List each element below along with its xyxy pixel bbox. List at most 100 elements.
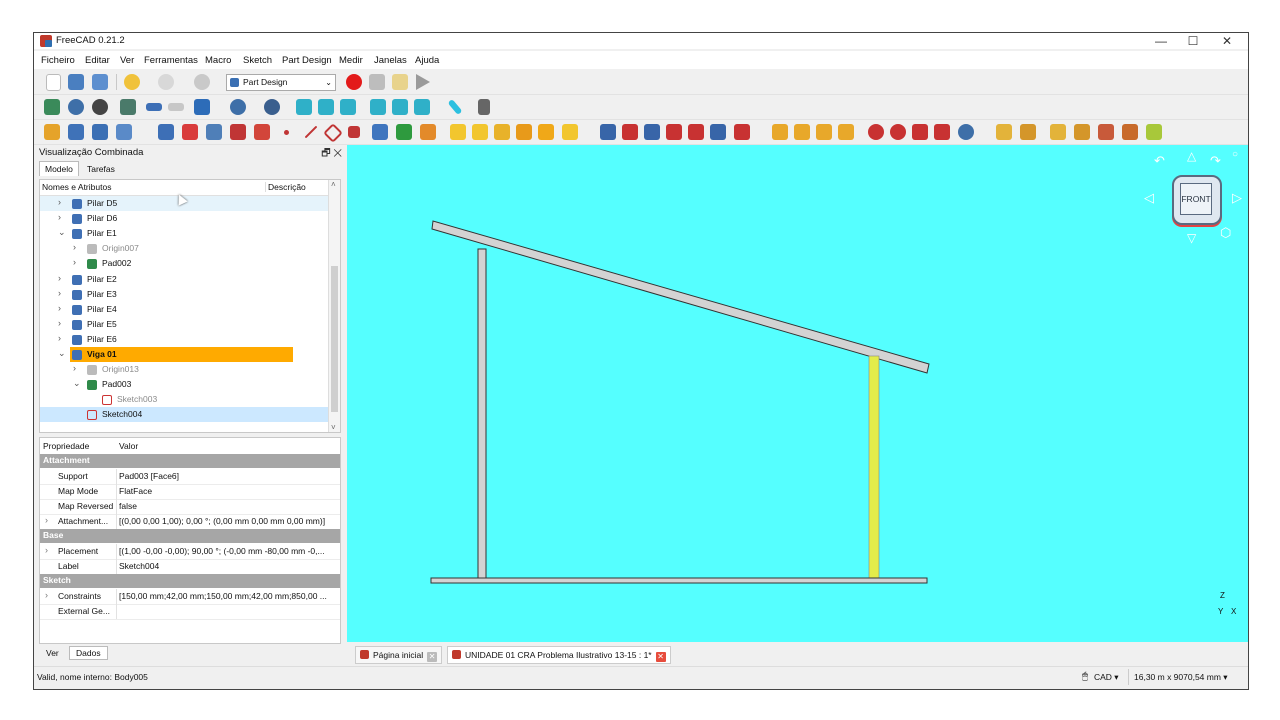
property-value[interactable]: [(0,00 0,00 1,00); 0,00 °; (0,00 mm 0,00…: [119, 516, 325, 526]
menu-sketch[interactable]: Sketch: [243, 55, 272, 66]
tree-item[interactable]: › Pilar E5: [40, 317, 328, 332]
navcube-rotate-up-icon[interactable]: △: [1187, 149, 1196, 163]
shape-binder-icon[interactable]: [372, 124, 388, 140]
navcube-rotate-left-icon[interactable]: ◁: [1144, 190, 1154, 206]
scroll-down-icon[interactable]: ˅: [331, 423, 336, 432]
edit-macro-icon[interactable]: [392, 74, 408, 90]
minimize-button[interactable]: —: [1144, 33, 1178, 49]
collapsed-chevron-icon[interactable]: ›: [58, 212, 61, 222]
property-row[interactable]: Map Mode FlatFace: [40, 483, 340, 500]
navcube-view-menu-icon[interactable]: ○: [1232, 149, 1238, 160]
tab-modelo[interactable]: Modelo: [39, 161, 79, 176]
new-file-icon[interactable]: [46, 74, 61, 91]
zoom-icon[interactable]: [230, 99, 246, 115]
stop-macro-icon[interactable]: [369, 74, 385, 90]
section-view-icon[interactable]: [1020, 124, 1036, 140]
collapsed-chevron-icon[interactable]: ›: [73, 257, 76, 267]
tab-dados[interactable]: Dados: [69, 646, 108, 660]
collapsed-chevron-icon[interactable]: ›: [45, 545, 48, 555]
tree-item[interactable]: Sketch003: [40, 392, 328, 407]
property-row[interactable]: Support Pad003 [Face6]: [40, 468, 340, 485]
thickness-icon[interactable]: [934, 124, 950, 140]
multitransform-icon[interactable]: [838, 124, 854, 140]
front-view-icon[interactable]: [296, 99, 312, 115]
validate-sketch-icon[interactable]: [230, 124, 246, 140]
3d-viewport[interactable]: FRONT △ ▽ ◁ ▷ ↶ ↷ ○ ⬡ Z Y X: [347, 145, 1248, 642]
property-row[interactable]: Map Reversed false: [40, 498, 340, 515]
navcube-rotate-right-icon[interactable]: ▷: [1232, 190, 1242, 206]
link-icon[interactable]: [116, 124, 132, 140]
maximize-button[interactable]: ☐: [1176, 33, 1210, 49]
navcube-isometric-icon[interactable]: ⬡: [1220, 225, 1231, 241]
linear-pattern-icon[interactable]: [794, 124, 810, 140]
selected-column[interactable]: [868, 355, 880, 579]
pad-icon[interactable]: [450, 124, 466, 140]
top-view-icon[interactable]: [318, 99, 334, 115]
property-group[interactable]: Attachment: [40, 454, 340, 468]
subshape-binder-icon[interactable]: [396, 124, 412, 140]
menu-ver[interactable]: Ver: [120, 55, 134, 66]
save-file-icon[interactable]: [92, 74, 108, 90]
rear-view-icon[interactable]: [370, 99, 386, 115]
boolean-icon[interactable]: [958, 124, 974, 140]
menu-ficheiro[interactable]: Ficheiro: [41, 55, 75, 66]
check-geometry-icon[interactable]: [254, 124, 270, 140]
chamfer-icon[interactable]: [890, 124, 906, 140]
tree-item[interactable]: › Pilar E6: [40, 332, 328, 347]
property-row[interactable]: › Constraints [150,00 mm;42,00 mm;150,00 m…: [40, 588, 340, 605]
close-button[interactable]: ✕: [1210, 33, 1244, 49]
draft-icon[interactable]: [912, 124, 928, 140]
inclined-beam[interactable]: [431, 220, 930, 374]
property-value[interactable]: FlatFace: [119, 486, 152, 496]
collapsed-chevron-icon[interactable]: ›: [58, 318, 61, 328]
workbench-select[interactable]: Part Design ⌄: [226, 74, 336, 91]
close-tab-icon[interactable]: ✕: [427, 652, 438, 662]
subtractive-helix-icon[interactable]: [710, 124, 726, 140]
bottom-view-icon[interactable]: [392, 99, 408, 115]
fit-selection-icon[interactable]: [68, 99, 84, 115]
collapsed-chevron-icon[interactable]: ›: [45, 590, 48, 600]
subtractive-loft-icon[interactable]: [666, 124, 682, 140]
back-arrow-icon[interactable]: [146, 103, 162, 111]
attach-sketch-icon[interactable]: [206, 124, 222, 140]
fit-all-icon[interactable]: [44, 99, 60, 115]
property-value[interactable]: [(1,00 -0,00 -0,00); 90,00 °; (-0,00 mm …: [119, 546, 325, 556]
property-row[interactable]: › Attachment... [(0,00 0,00 1,00); 0,00 °;…: [40, 514, 340, 531]
menu-part-design[interactable]: Part Design: [282, 55, 332, 66]
collapsed-chevron-icon[interactable]: ›: [58, 273, 61, 283]
property-value[interactable]: false: [119, 501, 137, 511]
tree-item[interactable]: › Pilar E3: [40, 287, 328, 302]
property-group[interactable]: Base: [40, 529, 340, 544]
hole-icon[interactable]: [622, 124, 638, 140]
undo-icon[interactable]: [124, 74, 140, 90]
property-row[interactable]: › Placement [(1,00 -0,00 -0,00); 90,00 °; …: [40, 543, 340, 560]
collapsed-chevron-icon[interactable]: ›: [73, 363, 76, 373]
tree-item[interactable]: ⌄ Pilar E1: [40, 226, 328, 241]
tree-item[interactable]: Sketch004: [40, 407, 328, 423]
run-macro-icon[interactable]: [416, 74, 430, 90]
collapsed-chevron-icon[interactable]: ›: [73, 242, 76, 252]
menu-macro[interactable]: Macro: [205, 55, 231, 66]
property-group[interactable]: Sketch: [40, 574, 340, 589]
pocket-icon[interactable]: [600, 124, 616, 140]
local-coordinate-system-icon[interactable]: [348, 126, 360, 138]
collapsed-chevron-icon[interactable]: ›: [58, 303, 61, 313]
sketch-view-icon[interactable]: [996, 124, 1012, 140]
toggle-snap-icon[interactable]: [1074, 124, 1090, 140]
toggle-grid-icon[interactable]: [1050, 124, 1066, 140]
isometric-view-icon[interactable]: [264, 99, 280, 115]
additive-helix-icon[interactable]: [538, 124, 554, 140]
tree-item[interactable]: › Pad002: [40, 256, 328, 271]
polar-pattern-icon[interactable]: [816, 124, 832, 140]
navcube-roll-left-icon[interactable]: ↶: [1154, 153, 1165, 169]
menu-medir[interactable]: Medir: [339, 55, 363, 66]
tree-item[interactable]: › Pilar E2: [40, 272, 328, 287]
additive-loft-icon[interactable]: [494, 124, 510, 140]
additive-pipe-icon[interactable]: [516, 124, 532, 140]
record-macro-icon[interactable]: [346, 74, 362, 90]
draw-style-icon[interactable]: [92, 99, 108, 115]
redo-icon[interactable]: [158, 74, 174, 90]
subtractive-pipe-icon[interactable]: [688, 124, 704, 140]
tree-item[interactable]: › Origin007: [40, 241, 328, 256]
revolution-icon[interactable]: [472, 124, 488, 140]
